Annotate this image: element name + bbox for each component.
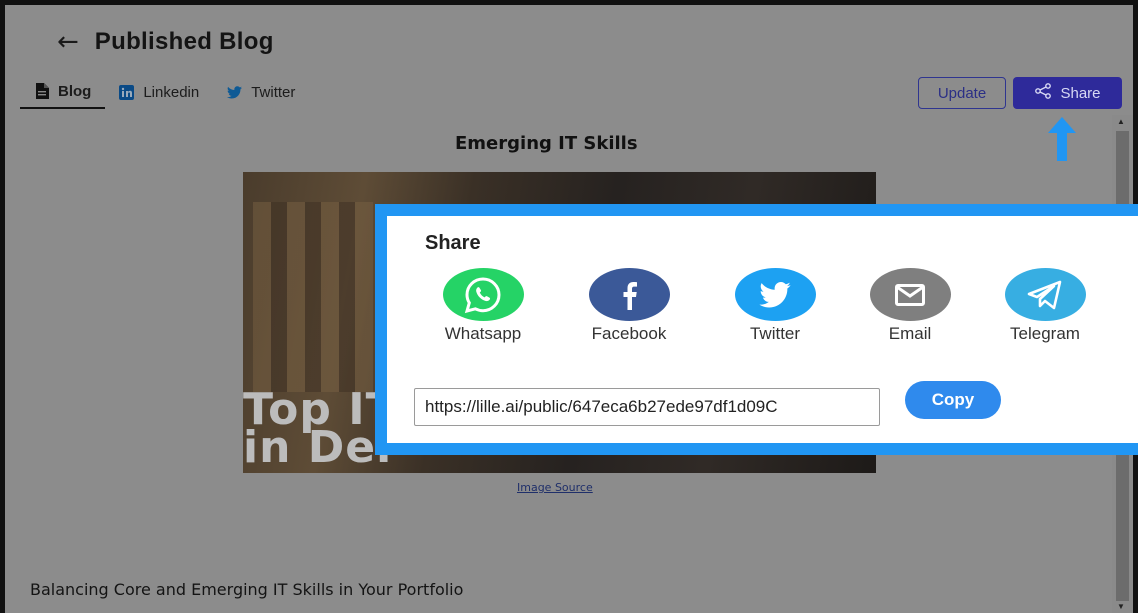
page-title: Published Blog	[94, 28, 274, 55]
share-button[interactable]: Share	[1013, 77, 1122, 109]
share-options: Whatsapp Facebook Twitter Email Telegram	[387, 268, 1127, 348]
share-label: Facebook	[591, 324, 667, 343]
update-button[interactable]: Update	[918, 77, 1006, 109]
tab-label: Blog	[58, 82, 92, 100]
share-email[interactable]: Email	[855, 268, 965, 344]
share-modal: Share Whatsapp Facebook Twitter Email Te…	[375, 204, 1138, 455]
share-facebook[interactable]: Facebook	[574, 268, 684, 344]
up-arrow-icon	[1047, 117, 1077, 166]
share-label: Email	[888, 324, 932, 343]
modal-title: Share	[425, 232, 481, 254]
share-whatsapp[interactable]: Whatsapp	[428, 268, 538, 344]
image-source-link[interactable]: Image Source	[517, 481, 593, 494]
image-background	[253, 202, 373, 392]
share-label: Telegram	[1010, 324, 1080, 343]
share-icon	[1034, 83, 1052, 103]
whatsapp-icon	[442, 268, 524, 321]
share-label: Twitter	[749, 324, 801, 343]
tab-twitter[interactable]: Twitter	[213, 81, 309, 109]
tab-blog[interactable]: Blog	[20, 81, 106, 109]
twitter-icon	[734, 268, 816, 321]
share-button-label: Share	[1060, 84, 1101, 102]
tab-bar: Blog Linkedin Twitter	[20, 81, 309, 109]
facebook-icon	[588, 268, 670, 321]
document-icon	[34, 83, 49, 99]
share-telegram[interactable]: Telegram	[990, 268, 1100, 344]
twitter-icon	[227, 85, 243, 100]
blog-title: Emerging IT Skills	[455, 133, 638, 154]
tab-label: Twitter	[251, 83, 296, 101]
left-arrow-icon[interactable]: ←	[57, 29, 79, 55]
scroll-up-icon[interactable]: ▲	[1117, 117, 1125, 126]
scroll-down-icon[interactable]: ▼	[1117, 602, 1125, 611]
tab-linkedin[interactable]: Linkedin	[105, 81, 213, 109]
share-link-input[interactable]	[414, 388, 880, 426]
share-label: Whatsapp	[444, 324, 522, 343]
copy-button[interactable]: Copy	[905, 381, 1001, 419]
linkedin-icon	[119, 84, 135, 100]
share-twitter[interactable]: Twitter	[720, 268, 830, 344]
telegram-icon	[1004, 268, 1086, 321]
blog-subtitle: Balancing Core and Emerging IT Skills in…	[30, 580, 464, 599]
email-icon	[869, 268, 951, 321]
page-header: ← Published Blog	[57, 25, 274, 59]
tab-label: Linkedin	[143, 83, 200, 101]
